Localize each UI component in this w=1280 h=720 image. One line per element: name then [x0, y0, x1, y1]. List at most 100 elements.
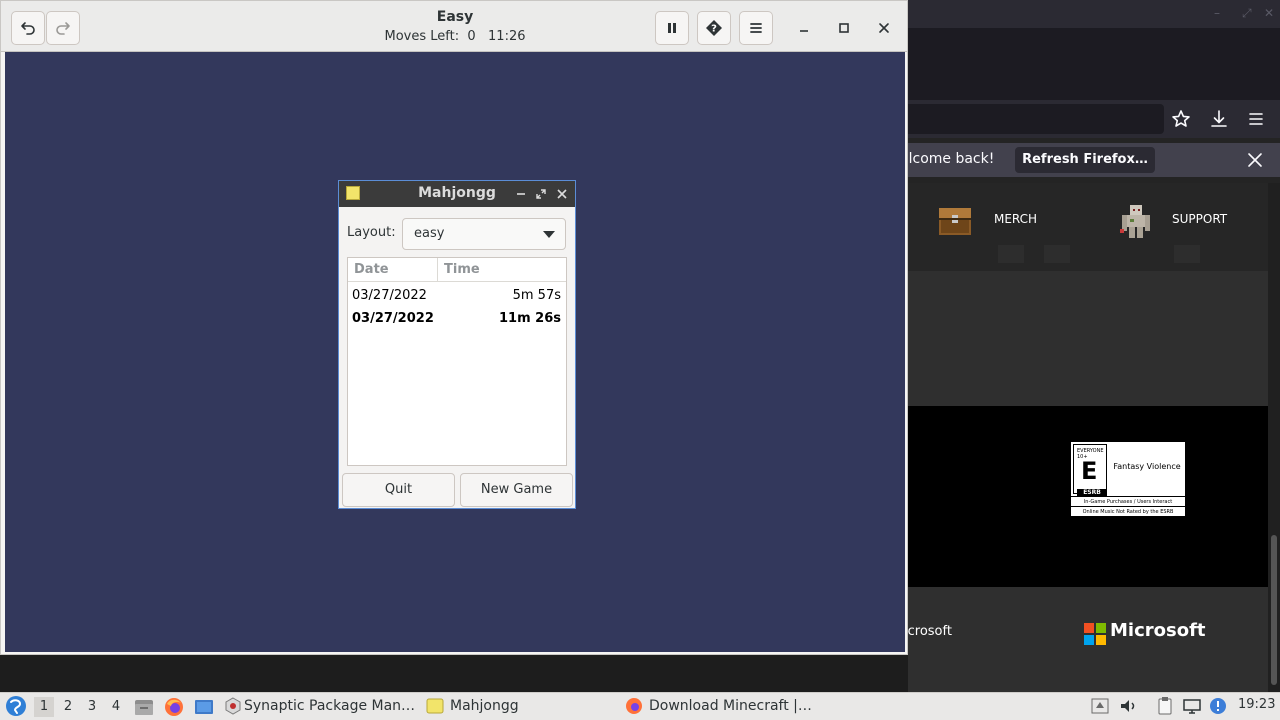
layout-combobox[interactable]: easy — [402, 218, 566, 250]
row-date: 03/27/2022 — [352, 288, 427, 303]
firefox-scroll-thumb[interactable] — [1271, 535, 1277, 685]
task-label: Synaptic Package Man… — [244, 698, 414, 714]
redo-button[interactable] — [46, 11, 80, 45]
dialog-maximize-icon — [536, 189, 546, 199]
firefox-url-bar[interactable] — [908, 104, 1164, 134]
firefox-tab-strip — [908, 28, 1280, 100]
workspace-4[interactable]: 4 — [106, 697, 126, 717]
hint-button[interactable]: ? — [697, 11, 731, 45]
firefox-restore-icon[interactable]: ⤢ — [1242, 6, 1252, 21]
minimize-button[interactable] — [789, 13, 819, 43]
row-time: 5m 57s — [512, 288, 561, 303]
dialog-minimize-icon — [517, 193, 525, 195]
dialog-titlebar[interactable]: Mahjongg — [339, 181, 575, 207]
pause-icon — [668, 23, 676, 33]
downloads-icon[interactable] — [1208, 108, 1230, 130]
start-menu-icon[interactable] — [5, 695, 27, 717]
firefox-launcher-icon[interactable] — [163, 696, 185, 718]
hint-icon: ? — [706, 20, 722, 36]
task-synaptic[interactable]: Synaptic Package Man… — [224, 695, 414, 719]
esrb-music-text: Online Music Not Rated by the ESRB — [1071, 506, 1185, 517]
site-footer: icrosoft Microsoft — [908, 587, 1268, 692]
firefox-scrollbar[interactable] — [1268, 183, 1280, 692]
esrb-rating-badge: EVERYONE 10+ E ESRB Fantasy Violence In-… — [1070, 441, 1186, 517]
maximize-button[interactable] — [829, 13, 859, 43]
taskbar: 1 2 3 4 Synaptic Package Man… Mahjongg D… — [0, 692, 1280, 720]
close-button[interactable] — [869, 13, 899, 43]
dialog-close-button[interactable] — [554, 186, 570, 202]
pause-button[interactable] — [655, 11, 689, 45]
window-title: Easy — [436, 9, 474, 25]
content-section — [908, 271, 1268, 406]
mahjongg-icon — [426, 698, 444, 714]
task-firefox[interactable]: Download Minecraft |… — [625, 695, 815, 719]
network-icon[interactable] — [1182, 696, 1202, 716]
microsoft-logo-icon — [1084, 623, 1106, 645]
redo-icon — [56, 22, 70, 35]
bookmark-star-icon[interactable] — [1170, 108, 1192, 130]
close-icon — [879, 23, 889, 33]
task-mahjongg[interactable]: Mahjongg — [426, 695, 616, 719]
firefox-icon — [626, 698, 642, 714]
dialog-title: Mahjongg — [418, 185, 496, 201]
support-golem-icon — [1120, 205, 1150, 238]
quit-button[interactable]: Quit — [342, 473, 455, 507]
layout-value: easy — [414, 226, 445, 241]
task-label: Download Minecraft |… — [649, 698, 812, 714]
workspace-1[interactable]: 1 — [34, 697, 54, 717]
menu-support-link[interactable]: SUPPORT — [1172, 212, 1227, 226]
clipboard-icon[interactable] — [1155, 696, 1175, 716]
table-row[interactable]: 03/27/2022 5m 57s — [348, 285, 566, 307]
desktop-icon[interactable] — [193, 696, 215, 718]
firefox-window: – ⤢ ✕ elcome back! Refresh Firefox… MERC… — [908, 0, 1280, 692]
row-date: 03/27/2022 — [352, 311, 434, 326]
workspace-3[interactable]: 3 — [82, 697, 102, 717]
time-column-header[interactable]: Time — [438, 258, 566, 282]
undo-icon — [21, 22, 35, 35]
file-manager-icon[interactable] — [133, 696, 155, 718]
firefox-close-icon[interactable]: ✕ — [1264, 6, 1274, 20]
row-time: 11m 26s — [499, 311, 561, 326]
firefox-menu-icon[interactable] — [1245, 108, 1267, 130]
dialog-maximize-button[interactable] — [533, 186, 549, 202]
scores-dialog: Mahjongg Layout: easy Date Time 03/27/20… — [338, 180, 576, 509]
web-content: MERCH SUPPORT EVERYONE 10+ E ESRB Fantas… — [908, 183, 1268, 692]
merch-chest-icon — [939, 208, 971, 235]
moves-left-status: Moves Left: 0 11:26 — [384, 29, 526, 44]
maximize-icon — [839, 23, 849, 33]
notification-text: elcome back! — [908, 151, 995, 167]
firefox-titlebar: – ⤢ ✕ — [908, 0, 1280, 28]
layout-label: Layout: — [347, 225, 396, 240]
minimize-icon — [800, 30, 808, 32]
scores-table: Date Time 03/27/2022 5m 57s 03/27/2022 1… — [347, 257, 567, 466]
volume-icon[interactable] — [1118, 696, 1138, 716]
update-notifier-icon[interactable] — [1208, 696, 1228, 716]
footer-microsoft-text[interactable]: icrosoft — [908, 624, 952, 639]
chevron-down-icon — [543, 231, 555, 238]
clock[interactable]: 19:23 — [1238, 697, 1275, 712]
refresh-firefox-button[interactable]: Refresh Firefox… — [1015, 147, 1155, 173]
notification-bar: elcome back! Refresh Firefox… — [908, 143, 1280, 177]
dialog-close-icon — [557, 189, 567, 199]
header-bar: Easy Moves Left: 0 11:26 ? — [1, 1, 907, 52]
esrb-word: ESRB — [1077, 489, 1107, 496]
main-menu-button[interactable] — [739, 11, 773, 45]
dialog-minimize-button[interactable] — [513, 186, 529, 202]
tray-up-arrow-icon[interactable] — [1090, 696, 1110, 716]
notification-close-icon[interactable] — [1246, 151, 1264, 169]
new-game-button[interactable]: New Game — [460, 473, 573, 507]
mahjongg-app-icon — [346, 186, 360, 200]
microsoft-wordmark: Microsoft — [1110, 620, 1206, 641]
site-menu-strip: MERCH SUPPORT — [908, 183, 1268, 271]
table-row-highlighted[interactable]: 03/27/2022 11m 26s — [348, 308, 566, 330]
menu-merch-link[interactable]: MERCH — [994, 212, 1037, 226]
task-label: Mahjongg — [450, 698, 519, 714]
firefox-minimize-icon[interactable]: – — [1214, 6, 1220, 20]
menu-icon — [750, 23, 762, 33]
esrb-descriptor: Fantasy Violence — [1113, 462, 1181, 471]
undo-button[interactable] — [11, 11, 45, 45]
date-column-header[interactable]: Date — [348, 258, 438, 282]
synaptic-icon — [225, 697, 241, 715]
svg-text:?: ? — [711, 24, 717, 35]
workspace-2[interactable]: 2 — [58, 697, 78, 717]
